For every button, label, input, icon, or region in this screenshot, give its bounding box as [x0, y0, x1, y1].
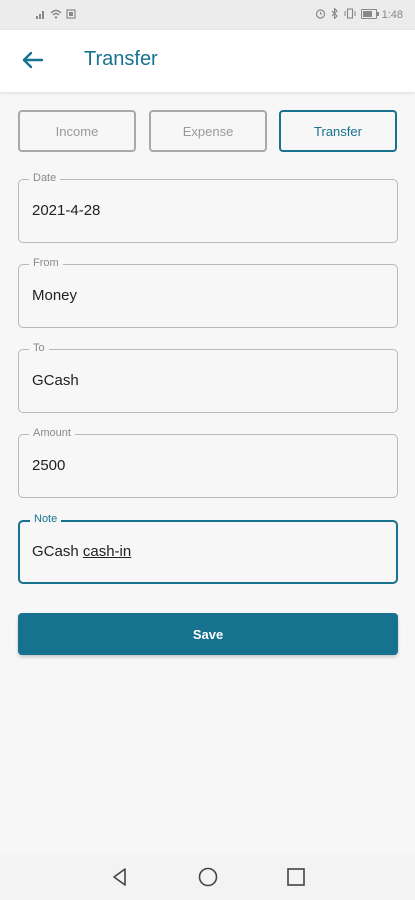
from-field[interactable]: From Money [18, 257, 398, 328]
amount-value: 2500 [32, 457, 66, 474]
date-value: 2021-4-28 [32, 202, 101, 219]
tab-transfer[interactable]: Transfer [279, 110, 397, 152]
amount-field[interactable]: Amount 2500 [18, 427, 398, 498]
from-value: Money [32, 287, 78, 304]
app-bar: Transfer [0, 30, 415, 92]
page-title: Transfer [84, 48, 158, 70]
status-bar: 1:48 [0, 0, 415, 30]
nav-back-button[interactable] [108, 865, 132, 889]
tab-income-label: Income [55, 123, 99, 139]
back-button[interactable] [16, 44, 50, 78]
amount-label: Amount [29, 427, 75, 439]
date-field[interactable]: Date 2021-4-28 [18, 172, 398, 243]
recents-square-icon [284, 868, 308, 893]
nav-recents-button[interactable] [284, 865, 308, 889]
note-word-2: cash-in [82, 543, 132, 560]
bluetooth-icon [331, 7, 339, 22]
alarm-icon [315, 8, 326, 22]
status-time: 1:48 [381, 9, 403, 21]
save-button[interactable]: Save [18, 613, 398, 655]
to-value: GCash [32, 372, 79, 389]
note-value[interactable]: GCash cash-in [32, 543, 372, 560]
vibrate-icon [344, 8, 356, 22]
status-right-icons: 1:48 [315, 7, 403, 22]
sim-icon [66, 8, 76, 22]
note-label: Note [30, 513, 62, 525]
nav-home-button[interactable] [196, 865, 220, 889]
tab-income[interactable]: Income [18, 110, 136, 152]
system-nav-bar [0, 855, 415, 900]
tab-transfer-label: Transfer [314, 123, 362, 139]
wifi-icon [50, 8, 62, 22]
from-label: From [29, 257, 63, 269]
status-left-icons [36, 8, 76, 22]
note-field[interactable]: Note GCash cash-in [18, 513, 398, 584]
to-field[interactable]: To GCash [18, 342, 398, 413]
save-button-label: Save [192, 626, 224, 642]
date-label: Date [29, 172, 61, 184]
tab-expense-label: Expense [182, 123, 234, 139]
arrow-left-icon [16, 51, 50, 82]
note-word-1: GCash [32, 543, 79, 560]
home-circle-icon [196, 867, 220, 893]
back-triangle-icon [108, 868, 132, 893]
to-label: To [29, 342, 49, 354]
tab-expense[interactable]: Expense [149, 110, 267, 152]
battery-icon [360, 8, 379, 22]
signal-icon [36, 8, 46, 22]
